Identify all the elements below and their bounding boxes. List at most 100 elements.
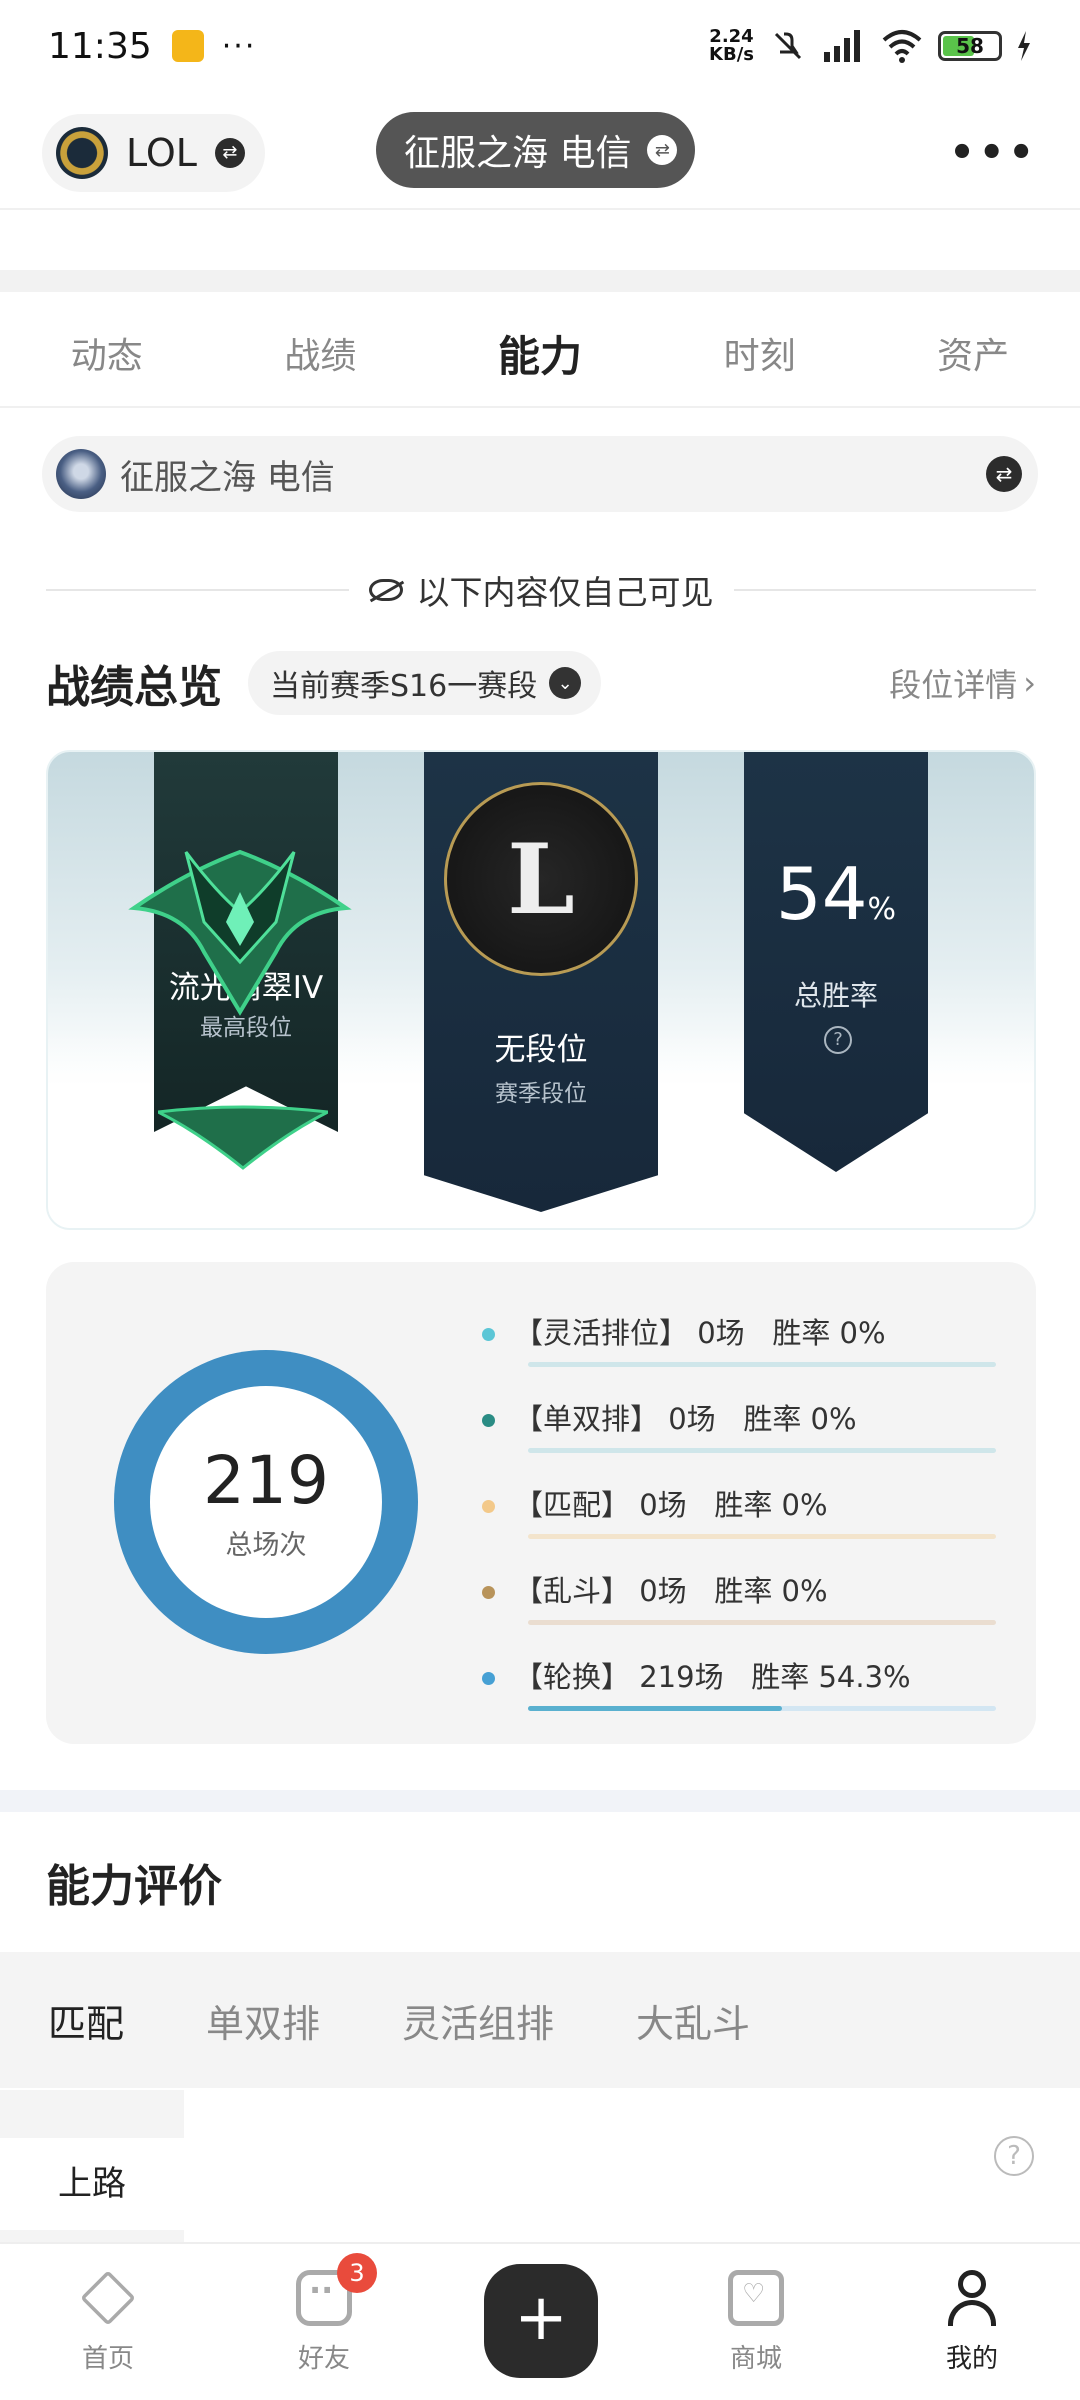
mode-text: 【轮换】 219场 胜率 54.3% [514,1660,911,1694]
mode-dot-icon [482,1672,495,1685]
battery-icon: 58 [938,31,1002,61]
battery-level: 58 [956,34,984,58]
emerald-emblem-icon [128,849,352,1016]
chevron-right-icon: › [1023,664,1036,702]
overview-header: 战绩总览 当前赛季S16一赛段 ⌄ 段位详情 › [46,646,1036,720]
status-bar: 11:35 ··· 2.24 KB/s 58 [0,0,1080,92]
swap-icon: ⇄ [214,137,245,168]
total-games-donut: 219 总场次 [114,1350,418,1654]
overview-title: 战绩总览 [46,662,222,713]
mode-text: 【匹配】 0场 胜率 0% [514,1488,828,1522]
charging-icon [1018,31,1030,61]
more-notifications-icon: ··· [221,28,257,64]
nav-friends-label: 好友 [297,2344,350,2374]
note-app-icon [171,30,204,62]
section-separator [0,270,1080,292]
mode-list: 【灵活排位】 0场 胜率 0% 【单双排】 0场 胜率 0% 【匹配】 0场 胜率 … [482,1300,1012,1730]
win-rate-number: 54 [775,852,868,936]
mode-item: 【匹配】 0场 胜率 0% [482,1472,1012,1558]
win-rate-value: 54% [744,852,928,936]
rank-card: 流光翡翠IV 最高段位 L 无段位 赛季段位 54% 总胜率 ? [46,750,1036,1230]
mode-text: 【灵活排位】 0场 胜率 0% [514,1316,886,1350]
game-name: LOL [126,130,197,175]
ability-tab-aram[interactable]: 大乱斗 [636,1993,750,2048]
mode-dot-icon [482,1328,495,1341]
mode-progress-track [528,1448,996,1453]
chat-icon: 3 [296,2253,377,2326]
mode-text: 【乱斗】 0场 胜率 0% [514,1574,828,1608]
signal-icon [824,30,860,62]
mute-icon [774,32,802,60]
net-speed: 2.24 KB/s [709,28,754,64]
mode-dot-icon [482,1586,495,1599]
mode-progress-fill [528,1706,783,1711]
season-label: 当前赛季S16一赛段 [270,669,538,704]
mode-item: 【乱斗】 0场 胜率 0% [482,1558,1012,1644]
avatar [56,449,106,499]
nav-friends[interactable]: 3 好友 [254,2253,394,2375]
help-icon[interactable]: ? [824,1026,852,1054]
tab-dynamics[interactable]: 动态 [71,327,143,379]
server-switcher[interactable]: 征服之海 电信 ⇄ [376,112,696,188]
chevron-down-icon: ⌄ [549,667,582,699]
section-separator [0,1790,1080,1812]
rank-detail-label: 段位详情 [889,666,1018,704]
header-divider [0,208,1080,210]
ability-tab-solo[interactable]: 单双排 [206,1993,320,2048]
home-icon [80,2270,136,2326]
tab-records[interactable]: 战绩 [284,327,356,379]
account-server-row[interactable]: 征服之海 电信 ⇄ [42,436,1038,512]
help-icon[interactable]: ? [994,2136,1034,2176]
nav-me-label: 我的 [945,2344,998,2374]
tab-assets[interactable]: 资产 [937,327,1009,379]
main-tabs: 动态 战绩 能力 时刻 资产 [0,300,1080,408]
tab-moments[interactable]: 时刻 [724,327,796,379]
mode-item: 【灵活排位】 0场 胜率 0% [482,1300,1012,1386]
total-games-label: 总场次 [225,1530,307,1561]
nav-shop[interactable]: 商城 [686,2270,826,2375]
season-selector[interactable]: 当前赛季S16一赛段 ⌄ [248,651,602,715]
shop-icon [728,2270,784,2326]
server-name: 征服之海 电信 [404,133,632,174]
lane-item-top[interactable]: 上路 [0,2138,184,2230]
mode-progress-track [528,1362,996,1367]
swap-icon: ⇄ [647,135,678,165]
game-switcher[interactable]: LOL ⇄ [42,113,265,192]
unread-badge: 3 [337,2253,377,2293]
emerald-tail-icon [158,1105,328,1170]
season-rank-banner[interactable]: L 无段位 赛季段位 [424,752,658,1212]
nav-home-label: 首页 [81,2344,134,2374]
swap-icon[interactable]: ⇄ [986,456,1022,492]
season-rank-name: 无段位 [494,1032,588,1068]
total-games-count: 219 [203,1442,329,1519]
nav-shop-label: 商城 [729,2344,782,2374]
win-rate-label: 总胜率 [793,979,878,1012]
net-speed-unit: KB/s [709,44,754,65]
lol-emblem-icon: L [444,782,638,976]
mode-progress-track [528,1620,996,1625]
win-rate-unit: % [867,892,897,927]
user-icon [944,2270,1000,2326]
ability-tab-flex[interactable]: 灵活组排 [402,1993,554,2048]
privacy-text: 以下内容仅自己可见 [416,573,714,612]
status-right-group: 2.24 KB/s 58 [709,28,1032,64]
status-time: 11:35 [48,25,152,67]
mode-item: 【轮换】 219场 胜率 54.3% [482,1644,1012,1730]
divider [46,589,349,591]
tab-ability[interactable]: 能力 [498,323,582,384]
win-rate-banner: 54% 总胜率 ? [744,752,928,1172]
rank-detail-link[interactable]: 段位详情 › [889,660,1036,706]
nav-me[interactable]: 我的 [902,2270,1042,2375]
mode-dot-icon [482,1414,495,1427]
nav-home[interactable]: 首页 [38,2270,178,2375]
more-button[interactable]: ••• [949,130,1038,176]
wifi-icon [882,30,922,63]
ability-tab-match[interactable]: 匹配 [48,1993,124,2048]
mode-text: 【单双排】 0场 胜率 0% [514,1402,857,1436]
mode-item: 【单双排】 0场 胜率 0% [482,1386,1012,1472]
create-post-button[interactable]: + [484,2264,598,2378]
mode-dot-icon [482,1500,495,1513]
ability-title: 能力评价 [46,1861,222,1912]
lane-panel: 上路 [0,2090,184,2250]
emblem-letter: L [507,822,575,936]
